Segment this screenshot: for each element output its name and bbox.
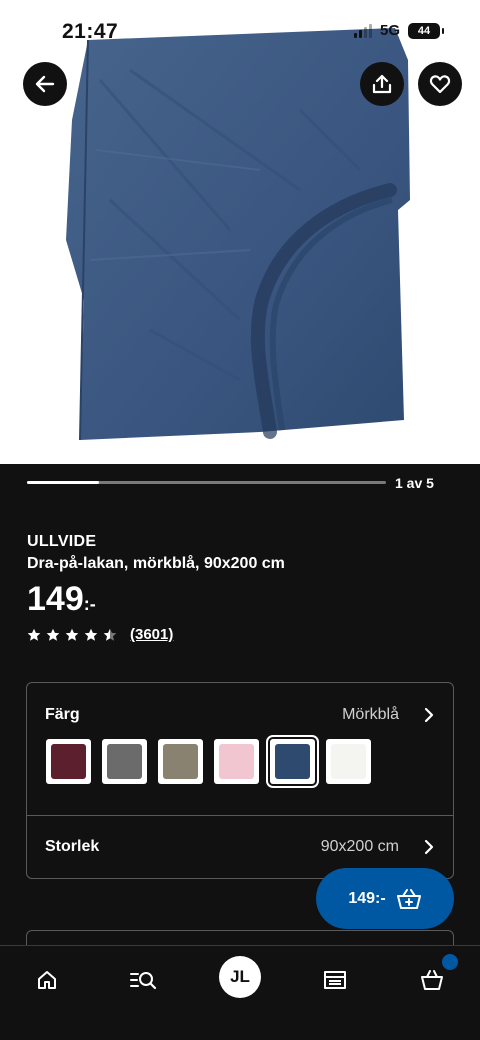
battery-icon: 44	[408, 22, 444, 39]
cart-badge	[440, 952, 460, 972]
favorite-button[interactable]	[418, 62, 462, 106]
search-list-icon	[130, 972, 157, 990]
basket-plus-icon	[396, 888, 421, 909]
swatch-color	[219, 744, 254, 779]
home-icon	[38, 971, 56, 989]
color-option-row[interactable]: Färg Mörkblå	[27, 683, 453, 733]
network-label: 5G	[379, 22, 400, 39]
color-value: Mörkblå	[342, 706, 399, 723]
basket-icon	[421, 970, 443, 990]
rating-stars	[27, 628, 117, 642]
star-icon	[84, 628, 98, 641]
nav-home[interactable]	[27, 960, 67, 1000]
product-image	[66, 28, 410, 441]
color-swatch-burgundy[interactable]	[46, 739, 91, 784]
size-label: Storlek	[45, 838, 100, 855]
swatch-color	[163, 744, 198, 779]
product-options-card: Färg Mörkblå Storlek 90x200 cm	[26, 682, 454, 879]
color-swatches	[46, 735, 371, 788]
store-icon	[324, 971, 346, 989]
back-button[interactable]	[23, 62, 67, 106]
review-count-link[interactable]: (3601)	[130, 626, 173, 643]
gallery-progress-fill	[27, 481, 99, 484]
nav-search[interactable]	[123, 960, 163, 1000]
add-to-cart-button[interactable]: 149:-	[316, 868, 454, 929]
star-icon	[27, 628, 41, 641]
chevron-right-icon	[424, 707, 434, 723]
battery-level: 44	[417, 24, 431, 37]
gallery-progress	[27, 481, 386, 484]
product-rating[interactable]: (3601)	[27, 626, 173, 643]
swatch-color	[51, 744, 86, 779]
status-bar: 21:47 5G 44	[0, 0, 480, 60]
color-swatch-beige-grey[interactable]	[158, 739, 203, 784]
heart-icon	[429, 75, 451, 94]
size-value: 90x200 cm	[320, 838, 399, 855]
color-swatch-white[interactable]	[326, 739, 371, 784]
color-label: Färg	[45, 706, 80, 723]
product-description: Dra-på-lakan, mörkblå, 90x200 cm	[27, 555, 285, 572]
gallery-counter: 1 av 5	[395, 475, 434, 491]
product-image-gallery[interactable]: 21:47 5G 44	[0, 0, 480, 464]
swatch-color	[107, 744, 142, 779]
share-icon	[372, 74, 392, 94]
nav-profile-avatar[interactable]: JL	[219, 956, 261, 998]
star-icon	[46, 628, 60, 641]
price-suffix: :-	[83, 594, 96, 614]
color-swatch-pink[interactable]	[214, 739, 259, 784]
color-swatch-dark-blue[interactable]	[266, 735, 319, 788]
star-icon	[103, 628, 117, 641]
swatch-color	[275, 744, 310, 779]
product-brand: ULLVIDE	[27, 533, 97, 550]
product-price: 149:-	[27, 580, 96, 619]
status-icons: 5G 44	[353, 22, 444, 39]
price-value: 149	[27, 580, 84, 618]
star-icon	[65, 628, 79, 641]
add-to-cart-price: 149:-	[348, 889, 386, 907]
status-time: 21:47	[62, 20, 119, 43]
signal-icon	[353, 23, 372, 38]
chevron-right-icon	[424, 839, 434, 855]
share-button[interactable]	[360, 62, 404, 106]
bottom-navigation: JL	[0, 945, 480, 1040]
swatch-color	[331, 744, 366, 779]
color-swatch-grey[interactable]	[102, 739, 147, 784]
nav-store[interactable]	[315, 960, 355, 1000]
arrow-left-icon	[35, 75, 55, 93]
